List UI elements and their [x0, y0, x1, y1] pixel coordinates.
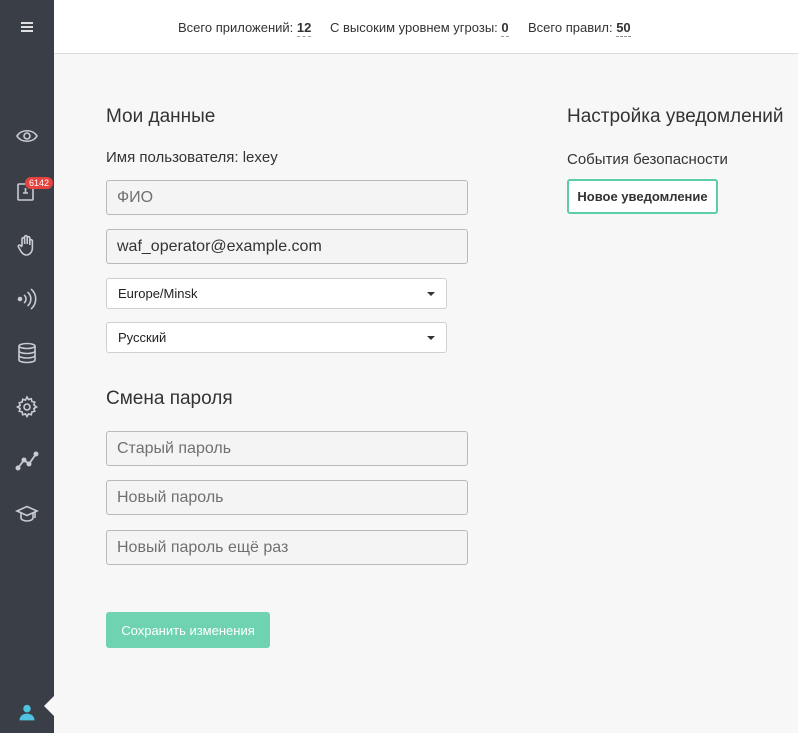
username-label: Имя пользователя: lexey [106, 149, 278, 166]
language-select[interactable]: Русский [106, 322, 447, 353]
sidebar-item-overview[interactable] [13, 122, 41, 150]
email-input[interactable] [106, 229, 468, 264]
graduation-cap-icon [15, 505, 39, 522]
timezone-value: Europe/Minsk [118, 286, 198, 301]
caret-down-icon [427, 291, 435, 296]
sidebar-item-analytics[interactable] [13, 447, 41, 475]
timezone-select[interactable]: Europe/Minsk [106, 278, 447, 309]
new-password-input[interactable] [106, 480, 468, 515]
sidebar: 6142 [0, 0, 54, 733]
hand-icon [17, 234, 34, 256]
save-button[interactable]: Сохранить изменения [106, 612, 270, 648]
old-password-input[interactable] [106, 431, 468, 466]
user-icon [19, 704, 35, 720]
sidebar-item-settings[interactable] [13, 393, 41, 421]
profile-title: Мои данные [106, 106, 216, 127]
repeat-password-input[interactable] [106, 530, 468, 565]
chart-icon [15, 451, 39, 471]
stat-label: С высоким уровнем угрозы: [330, 20, 498, 35]
stat-label: Всего правил: [528, 20, 613, 35]
top-stats-bar: Всего приложений: 12 С высоким уровнем у… [54, 0, 798, 54]
sidebar-item-blocking[interactable] [13, 231, 41, 259]
eye-icon [16, 129, 38, 143]
stat-total-rules: Всего правил: 50 [528, 20, 631, 37]
signal-icon [17, 288, 37, 310]
security-events-label: События безопасности [567, 151, 728, 168]
notifications-title: Настройка уведомлений [567, 106, 784, 127]
sidebar-item-training[interactable] [13, 500, 41, 528]
caret-down-icon [427, 335, 435, 340]
menu-icon [21, 22, 33, 32]
alerts-count-badge: 6142 [25, 177, 54, 189]
stat-label: Всего приложений: [178, 20, 294, 35]
active-indicator [44, 696, 54, 716]
database-icon [18, 342, 36, 364]
menu-button[interactable] [0, 0, 54, 54]
fullname-input[interactable] [106, 180, 468, 215]
sidebar-item-monitoring[interactable] [13, 285, 41, 313]
sidebar-item-database[interactable] [13, 339, 41, 367]
stat-value-threat[interactable]: 0 [501, 20, 509, 37]
language-value: Русский [118, 330, 167, 345]
new-notification-button[interactable]: Новое уведомление [567, 179, 718, 214]
gear-icon [15, 395, 38, 419]
stat-total-apps: Всего приложений: 12 [178, 20, 312, 37]
password-title: Смена пароля [106, 388, 233, 409]
stat-value-rules[interactable]: 50 [616, 20, 631, 37]
stat-value-apps[interactable]: 12 [296, 20, 312, 37]
stat-high-threat: С высоким уровнем угрозы: 0 [330, 20, 509, 37]
